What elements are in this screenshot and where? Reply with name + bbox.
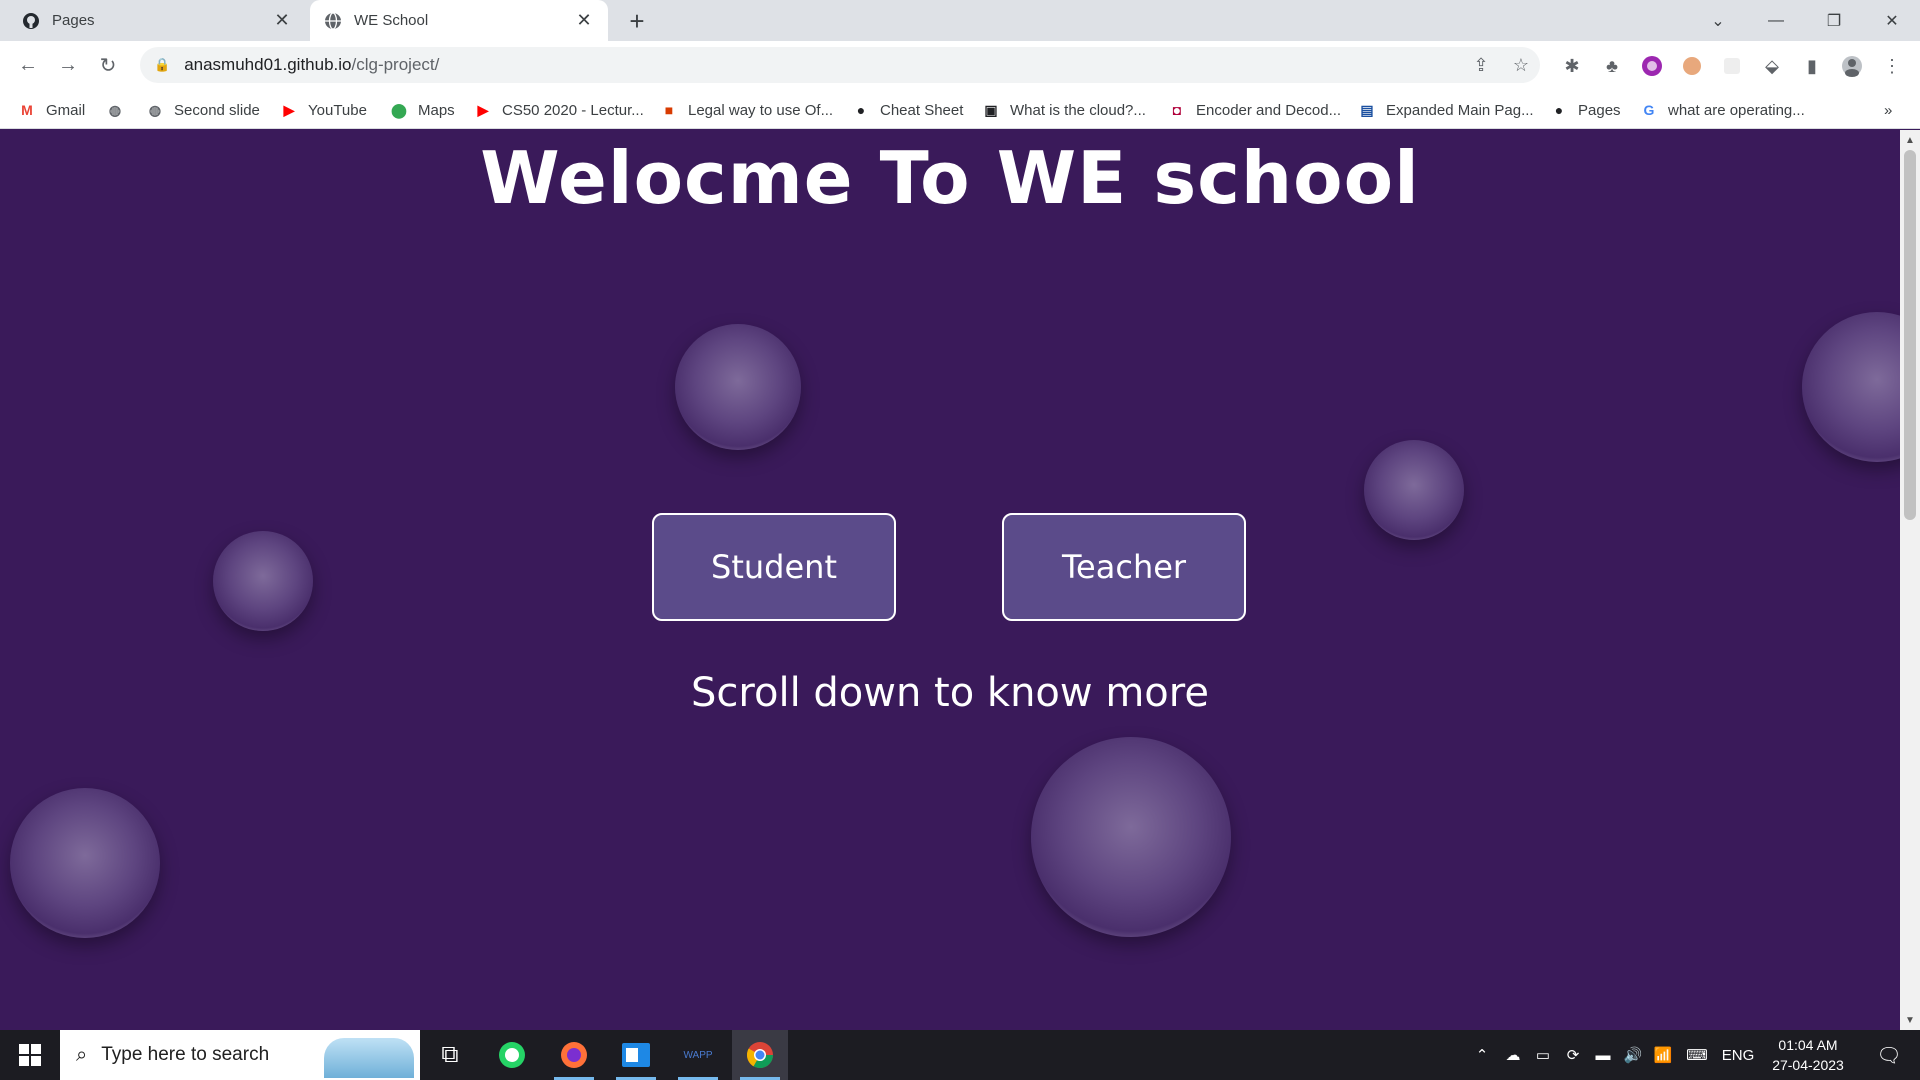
cheatsheet-icon: ● bbox=[856, 102, 866, 118]
wapp-icon[interactable]: WAPP bbox=[670, 1030, 726, 1080]
search-highlight-image bbox=[324, 1038, 414, 1078]
decorative-bubble bbox=[1802, 312, 1900, 462]
clock-date: 27-04-2023 bbox=[1772, 1057, 1844, 1073]
scroll-hint: Scroll down to know more bbox=[691, 670, 1209, 716]
kebab-menu-icon[interactable]: ⋮ bbox=[1880, 54, 1904, 78]
globe-icon bbox=[324, 11, 342, 30]
globe-icon: ◍ bbox=[148, 101, 162, 118]
reload-icon[interactable]: ↻ bbox=[94, 51, 122, 79]
clock[interactable]: 01:04 AM 27-04-2023 bbox=[1766, 1035, 1850, 1075]
chrome-icon[interactable] bbox=[732, 1030, 788, 1080]
google-icon: G bbox=[1643, 102, 1655, 118]
address-bar[interactable]: 🔒 anasmuhd01.github.io/clg-project/ ⇪ ☆ bbox=[140, 47, 1540, 83]
bookmark-encoder[interactable]: ◘ Encoder and Decod... bbox=[1168, 99, 1341, 121]
html-extension-icon[interactable]: ♣ bbox=[1600, 54, 1624, 78]
terminal-icon: ▣ bbox=[984, 101, 998, 118]
chevron-down-icon[interactable]: ⌄ bbox=[1690, 0, 1746, 41]
bookmark-pages[interactable]: ● Pages bbox=[1550, 99, 1621, 121]
teacher-button[interactable]: Teacher bbox=[1002, 513, 1246, 621]
decorative-bubble bbox=[675, 324, 801, 450]
maps-icon: ⬤ bbox=[391, 101, 407, 118]
search-icon: ⌕ bbox=[76, 1043, 88, 1066]
bookmarks-overflow-icon[interactable]: » bbox=[1884, 99, 1892, 121]
tab-we-school[interactable]: WE School ✕ bbox=[310, 0, 608, 41]
bookmark-youtube[interactable]: ▶ YouTube bbox=[280, 99, 367, 121]
notification-icon[interactable]: 🗨 bbox=[1864, 1030, 1914, 1080]
lock-icon: 🔒 bbox=[154, 57, 171, 72]
bookmark-expanded-main[interactable]: ▤ Expanded Main Pag... bbox=[1358, 99, 1533, 121]
bookmark-second-slide[interactable]: ◍ Second slide bbox=[146, 99, 260, 121]
windows-start-icon[interactable] bbox=[0, 1030, 60, 1080]
volume-icon[interactable]: 🔊 bbox=[1620, 1030, 1646, 1080]
blank-extension-icon[interactable] bbox=[1720, 54, 1744, 78]
github-icon bbox=[22, 12, 40, 30]
chip-icon: ◘ bbox=[1172, 102, 1182, 118]
whatsapp-icon[interactable] bbox=[484, 1030, 540, 1080]
bookmark-gmail[interactable]: M Gmail bbox=[18, 99, 85, 121]
task-view-icon[interactable]: ⧉ bbox=[422, 1030, 478, 1080]
extensions-puzzle-icon[interactable]: ⬙ bbox=[1760, 54, 1784, 78]
github-icon: ● bbox=[1554, 102, 1564, 118]
face-extension-icon[interactable] bbox=[1680, 54, 1704, 78]
tab-pages[interactable]: Pages ✕ bbox=[8, 0, 306, 41]
page-title: Welocme To WE school bbox=[480, 136, 1420, 220]
scroll-up-icon[interactable]: ▲ bbox=[1900, 132, 1920, 148]
profile-avatar-icon[interactable] bbox=[1840, 54, 1864, 78]
bookmarks-bar: M Gmail ◍ ◍ Second slide ▶ YouTube ⬤ Maps ▶ C… bbox=[0, 89, 1920, 129]
meet-icon[interactable]: ▭ bbox=[1530, 1030, 1556, 1080]
browser-toolbar: ← → ↻ 🔒 anasmuhd01.github.io/clg-project… bbox=[0, 41, 1920, 89]
share-icon[interactable]: ⇪ bbox=[1466, 47, 1496, 83]
restore-button[interactable]: ❐ bbox=[1806, 0, 1862, 41]
language-indicator[interactable]: ENG bbox=[1718, 1030, 1758, 1080]
vertical-scrollbar[interactable]: ▲ ▼ bbox=[1900, 130, 1920, 1030]
scrollbar-thumb[interactable] bbox=[1904, 150, 1916, 520]
bookmark-operating[interactable]: Gwhat are operating... bbox=[1640, 99, 1805, 121]
minimize-button[interactable]: — bbox=[1748, 0, 1804, 41]
youtube-icon: ▶ bbox=[283, 101, 295, 118]
forward-icon[interactable]: → bbox=[54, 51, 82, 79]
bookmark-cloud[interactable]: ▣ What is the cloud?... bbox=[982, 99, 1146, 121]
keyboard-icon[interactable]: ⌨ bbox=[1682, 1030, 1712, 1080]
scroll-down-icon[interactable]: ▼ bbox=[1900, 1012, 1920, 1028]
decorative-bubble bbox=[213, 531, 313, 631]
bookmark-cheat-sheet[interactable]: ● Cheat Sheet bbox=[852, 99, 964, 121]
back-icon[interactable]: ← bbox=[14, 51, 42, 79]
close-icon[interactable]: ✕ bbox=[272, 10, 292, 31]
decorative-bubble bbox=[1031, 737, 1231, 937]
onedrive-icon[interactable]: ☁ bbox=[1500, 1030, 1526, 1080]
youtube-icon: ▶ bbox=[477, 101, 489, 118]
windows-taskbar: ⌕ Type here to search ⧉ WAPP ⌃ ☁ ▭ ⟳ ▬ 🔊… bbox=[0, 1030, 1920, 1080]
bookmark-legal-office[interactable]: ■ Legal way to use Of... bbox=[660, 99, 833, 121]
bug-extension-icon[interactable]: ✱ bbox=[1560, 54, 1584, 78]
update-icon[interactable]: ⟳ bbox=[1560, 1030, 1586, 1080]
star-icon[interactable]: ☆ bbox=[1506, 47, 1536, 83]
office-icon: ■ bbox=[664, 102, 674, 118]
tab-strip: Pages ✕ WE School ✕ + ⌄ — ❐ ✕ bbox=[0, 0, 1920, 41]
tab-title: Pages bbox=[52, 12, 95, 29]
bookmark-maps[interactable]: ⬤ Maps bbox=[390, 99, 455, 121]
bookmark-globe[interactable]: ◍ bbox=[106, 99, 134, 121]
new-tab-button[interactable]: + bbox=[624, 6, 650, 36]
purple-extension-icon[interactable] bbox=[1640, 54, 1664, 78]
tab-title: WE School bbox=[354, 12, 429, 29]
battery-icon[interactable]: ▬ bbox=[1590, 1030, 1616, 1080]
table-icon: ▤ bbox=[1360, 101, 1374, 118]
globe-icon: ◍ bbox=[108, 101, 122, 118]
firefox-icon[interactable] bbox=[546, 1030, 602, 1080]
close-icon[interactable]: ✕ bbox=[574, 10, 594, 31]
decorative-bubble bbox=[1364, 440, 1464, 540]
student-button[interactable]: Student bbox=[652, 513, 896, 621]
show-hidden-icons-icon[interactable]: ⌃ bbox=[1470, 1030, 1494, 1080]
window-close-button[interactable]: ✕ bbox=[1864, 0, 1920, 41]
wifi-icon[interactable]: 📶 bbox=[1650, 1030, 1676, 1080]
url-text: anasmuhd01.github.io/clg-project/ bbox=[184, 55, 440, 74]
page-content: Welocme To WE school Student Teacher Scr… bbox=[0, 130, 1900, 1030]
outlook-icon[interactable] bbox=[608, 1030, 664, 1080]
clock-time: 01:04 AM bbox=[1778, 1037, 1838, 1053]
taskbar-search-input[interactable]: ⌕ Type here to search bbox=[60, 1030, 420, 1080]
gmail-icon: M bbox=[21, 102, 33, 118]
decorative-bubble bbox=[10, 788, 160, 938]
side-panel-icon[interactable]: ▮ bbox=[1800, 54, 1824, 78]
bookmark-cs50[interactable]: ▶ CS50 2020 - Lectur... bbox=[474, 99, 644, 121]
